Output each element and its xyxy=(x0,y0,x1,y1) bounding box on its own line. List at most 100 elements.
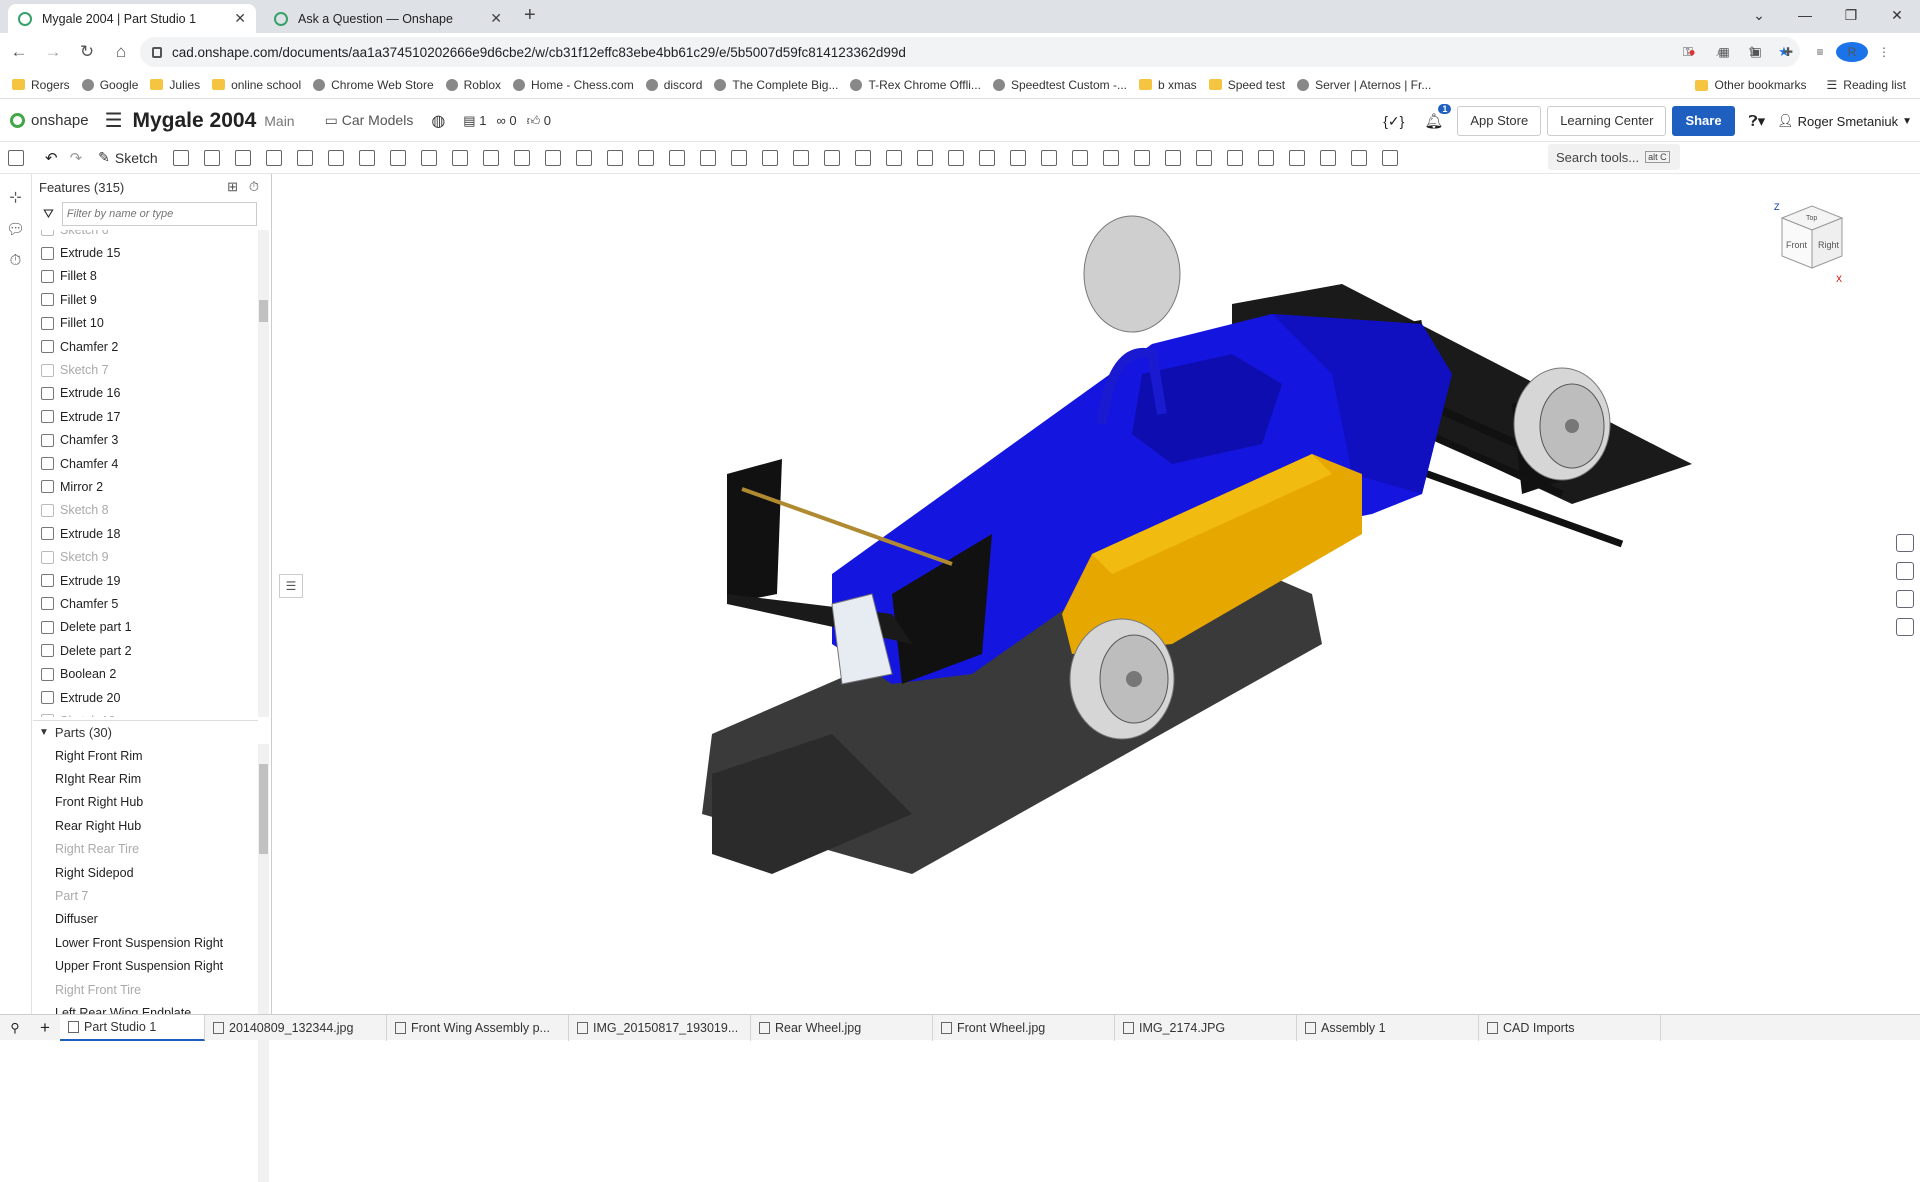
bookmark[interactable]: Chrome Web Store xyxy=(313,78,434,92)
puzzle-icon[interactable]: ✚ xyxy=(1772,45,1804,59)
document-tab[interactable]: Part Studio 1 xyxy=(60,1014,205,1041)
variables-icon[interactable]: {✓} xyxy=(1383,113,1404,130)
bend-icon[interactable] xyxy=(1099,148,1124,168)
document-tab[interactable]: 20140809_132344.jpg xyxy=(205,1014,387,1041)
filter-input[interactable] xyxy=(61,202,257,226)
feature-item[interactable]: Fillet 10 xyxy=(33,312,258,335)
add-feature-icon[interactable]: ⊹ xyxy=(0,188,31,206)
feature-list-icon[interactable] xyxy=(3,148,28,168)
bookmark[interactable]: Google xyxy=(81,78,138,92)
part-item[interactable]: Right Rear Tire xyxy=(33,838,258,861)
front-wing-endplate[interactable] xyxy=(727,459,782,604)
notifications-icon[interactable]: 🔔︎ 1 xyxy=(1424,104,1452,130)
links-count[interactable]: ∞ 0 xyxy=(496,113,516,128)
folder-link[interactable]: ▭ Car Models xyxy=(325,112,414,129)
feature-item[interactable]: Chamfer 5 xyxy=(33,592,258,615)
bookmark[interactable]: Rogers xyxy=(12,78,70,92)
extrude-icon[interactable] xyxy=(169,148,194,168)
parts-header[interactable]: ▼ Parts (30) xyxy=(33,720,258,744)
mirror-icon[interactable] xyxy=(541,148,566,168)
form-icon[interactable] xyxy=(1130,148,1155,168)
menu-icon[interactable]: ☰ xyxy=(105,108,123,133)
view-cube[interactable]: Top Front Right Z X xyxy=(1752,188,1872,308)
app-store-button[interactable]: App Store xyxy=(1457,106,1542,136)
sketch-button[interactable]: ✎ Sketch xyxy=(98,149,158,166)
car-model[interactable] xyxy=(272,174,1920,1014)
loft-icon[interactable] xyxy=(262,148,287,168)
new-tab-icon[interactable]: + xyxy=(524,4,536,27)
part-item[interactable]: Lower Front Suspension Right xyxy=(33,931,258,954)
feature-item[interactable]: Sketch 10 xyxy=(33,709,258,717)
corner-icon[interactable] xyxy=(1161,148,1186,168)
chevron-down-icon[interactable]: ▼ xyxy=(1902,116,1912,127)
onshape-logo[interactable]: onshape xyxy=(10,112,89,129)
appearance-icon[interactable] xyxy=(1896,534,1914,552)
close-window-icon[interactable]: ✕ xyxy=(1874,0,1920,30)
draft-icon[interactable] xyxy=(386,148,411,168)
feature-item[interactable]: Chamfer 2 xyxy=(33,335,258,358)
render-icon[interactable] xyxy=(1896,618,1914,636)
history-icon[interactable]: ⏱︎ xyxy=(0,252,31,269)
st-icon[interactable] xyxy=(1316,148,1341,168)
restore-icon[interactable]: ❐ xyxy=(1828,0,1874,30)
feature-item[interactable]: Extrude 17 xyxy=(33,405,258,428)
delete-part-icon[interactable] xyxy=(665,148,690,168)
plane-icon[interactable] xyxy=(820,148,845,168)
branch-name[interactable]: Main xyxy=(264,113,294,129)
part-item[interactable]: Right Sidepod xyxy=(33,861,258,884)
part-item[interactable]: Part 7 xyxy=(33,884,258,907)
scroll-thumb[interactable] xyxy=(259,764,268,854)
transform-icon[interactable] xyxy=(634,148,659,168)
document-tab[interactable]: IMG_20150817_193019... xyxy=(569,1014,751,1041)
reading-list[interactable]: ☰ Reading list xyxy=(1827,78,1906,92)
reload-icon[interactable]: ↻ xyxy=(72,42,102,62)
document-tab[interactable]: IMG_2174.JPG xyxy=(1115,1014,1297,1041)
boolean-icon[interactable] xyxy=(572,148,597,168)
feature-item[interactable]: Boolean 2 xyxy=(33,662,258,685)
feature-list-toggle-icon[interactable]: ☰ xyxy=(279,574,303,598)
graphics-viewport[interactable]: Top Front Right Z X xyxy=(272,174,1920,1014)
feature-item[interactable]: Sketch 6 xyxy=(33,230,258,241)
document-tab[interactable]: Front Wing Assembly p... xyxy=(387,1014,569,1041)
close-tab-icon[interactable]: ✕ xyxy=(490,10,502,27)
chamfer-icon[interactable] xyxy=(355,148,380,168)
user-name[interactable]: Roger Smetaniuk xyxy=(1798,114,1898,129)
bookmark[interactable]: The Complete Big... xyxy=(714,78,838,92)
replace-face-icon[interactable] xyxy=(789,148,814,168)
bookmark[interactable]: Speedtest Custom -... xyxy=(992,78,1127,92)
part-item[interactable]: Right Front Rim xyxy=(33,744,258,767)
thicken-icon[interactable] xyxy=(293,148,318,168)
document-tab[interactable]: Rear Wheel.jpg xyxy=(751,1014,933,1041)
part-item[interactable]: Rear Right Hub xyxy=(33,814,258,837)
filter-icon[interactable]: ⛛ xyxy=(43,206,54,222)
folder-add-icon[interactable]: ⊞ xyxy=(227,179,238,194)
help-icon[interactable]: ❓︎▾ xyxy=(1749,112,1766,130)
rollback-clock-icon[interactable]: ⏱︎ xyxy=(249,179,259,194)
section-view-icon[interactable] xyxy=(1896,590,1914,608)
feature-item[interactable]: Mirror 2 xyxy=(33,475,258,498)
part-item[interactable]: Upper Front Suspension Right xyxy=(33,955,258,978)
url-input[interactable]: cad.onshape.com/documents/aa1a3745102026… xyxy=(140,37,1800,67)
shell-icon[interactable] xyxy=(448,148,473,168)
redo-icon[interactable]: ↷ xyxy=(70,149,83,167)
feature-item[interactable]: Sketch 7 xyxy=(33,358,258,381)
add-tab-icon[interactable]: + xyxy=(30,1018,60,1038)
feature-item[interactable]: Delete part 2 xyxy=(33,639,258,662)
feature-item[interactable]: Delete part 1 xyxy=(33,616,258,639)
document-tab[interactable]: CAD Imports xyxy=(1479,1014,1661,1041)
feature-item[interactable]: Extrude 19 xyxy=(33,569,258,592)
feature-item[interactable]: Fillet 9 xyxy=(33,288,258,311)
close-tab-icon[interactable]: ✕ xyxy=(234,10,246,27)
list-icon[interactable] xyxy=(882,148,907,168)
feature-item[interactable]: Extrude 16 xyxy=(33,382,258,405)
extension-grid-icon[interactable]: ▦ xyxy=(1708,45,1740,59)
measure-icon[interactable] xyxy=(975,148,1000,168)
comments-icon[interactable]: 💬︎ xyxy=(0,220,31,238)
share-button[interactable]: Share xyxy=(1672,106,1735,136)
versions-count[interactable]: ▤ 1 xyxy=(463,113,486,129)
pattern-icon[interactable] xyxy=(510,148,535,168)
feature-item[interactable]: Chamfer 3 xyxy=(33,429,258,452)
sheet-metal-icon[interactable] xyxy=(1006,148,1031,168)
browser-tab-ask-question[interactable]: Ask a Question — Onshape ✕ xyxy=(264,4,512,33)
bookmark[interactable]: Server | Aternos | Fr... xyxy=(1297,78,1431,92)
